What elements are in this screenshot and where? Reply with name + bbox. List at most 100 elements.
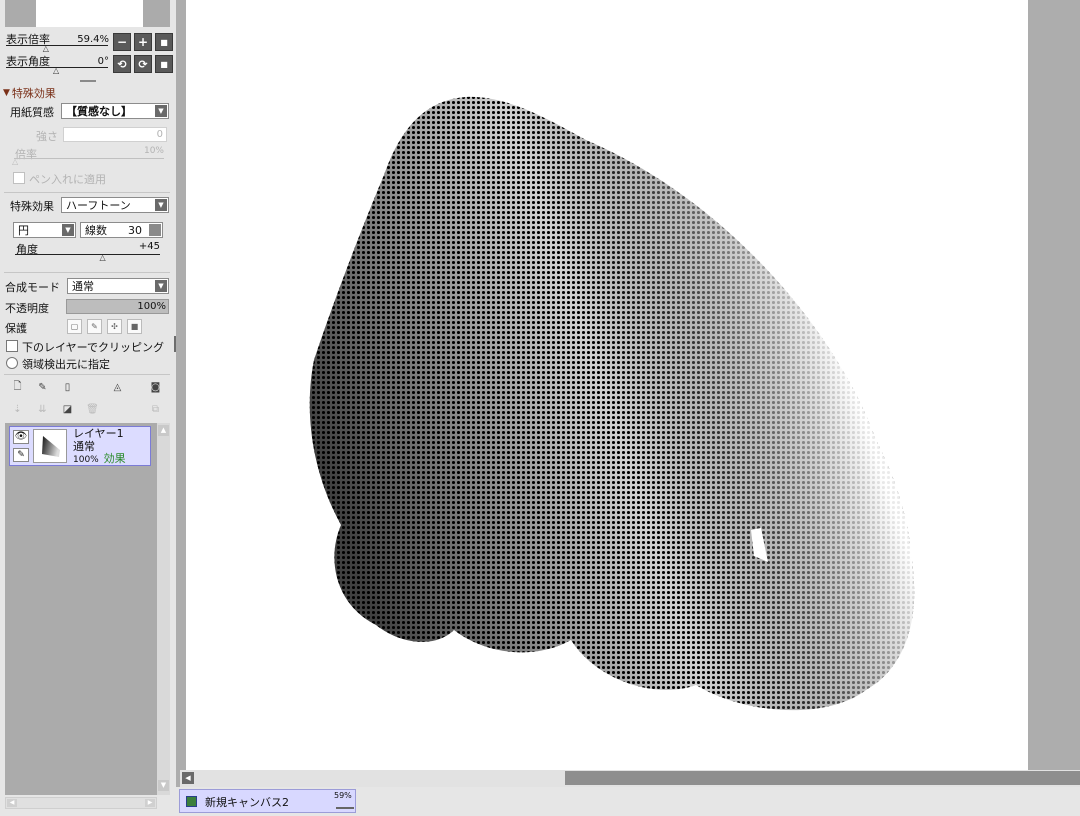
layer-list-scrollbar[interactable]: ▲ ▼ <box>157 423 170 795</box>
halftone-angle-slider-thumb[interactable]: △ <box>99 254 105 262</box>
new-layer-icon[interactable]: 🗋 <box>10 380 25 395</box>
effects-section-header[interactable]: ▼ 特殊効果 <box>3 85 56 101</box>
protect-move-icon[interactable]: ✣ <box>107 319 122 334</box>
zoom-out-button[interactable]: − <box>113 33 131 51</box>
paper-texture-value: 【質感なし】 <box>66 105 132 118</box>
layer-effect-tag: 効果 <box>103 452 126 465</box>
apply-pen-checkbox[interactable] <box>13 172 25 184</box>
merge-visible-icon[interactable]: ⧉ <box>148 402 163 417</box>
layer-thumbnail <box>33 429 67 463</box>
divider <box>4 272 170 273</box>
strength-field[interactable]: 0 <box>63 127 167 142</box>
halftone-angle-slider[interactable] <box>15 254 160 255</box>
scroll-left-icon[interactable]: ◀ <box>182 772 194 784</box>
protect-paint-icon[interactable]: ✎ <box>87 319 102 334</box>
canvas-document-icon <box>186 796 197 807</box>
delete-layer-icon[interactable]: 🗑 <box>85 402 100 417</box>
canvas-tab-zoom-bar <box>336 807 354 809</box>
opacity-value: 100% <box>137 301 166 312</box>
dropdown-arrow-icon: ▼ <box>155 280 167 292</box>
effects-section-title: 特殊効果 <box>11 87 56 100</box>
halftone-angle-value: +45 <box>138 241 160 252</box>
halftone-drawing <box>309 96 915 711</box>
zoom-slider-thumb[interactable]: △ <box>43 45 49 53</box>
scale-slider-thumb[interactable]: △ <box>12 158 18 166</box>
effect-type-label: 特殊効果 <box>10 200 54 213</box>
blend-mode-label: 合成モード <box>5 281 60 294</box>
transfer-down-icon[interactable]: ⇣ <box>10 402 25 417</box>
divider <box>4 374 170 375</box>
eye-icon[interactable]: 👁 <box>13 430 29 444</box>
navigator-preview[interactable] <box>5 0 170 27</box>
layer-thumbnail-image <box>42 436 60 457</box>
canvas-tab-zoom: 59% <box>334 791 352 800</box>
fill-layer-icon[interactable]: ◬ <box>110 380 125 395</box>
protect-lock-icon[interactable]: ■ <box>127 319 142 334</box>
layer-name: レイヤー1 <box>73 427 124 440</box>
halftone-shape-dropdown[interactable]: 円 ▼ <box>13 222 76 238</box>
layer-opacity-row: 100% 効果 <box>73 452 126 465</box>
rotate-right-button[interactable]: ⟳ <box>134 55 152 73</box>
selection-source-label: 領域検出元に指定 <box>22 358 110 371</box>
scroll-thumb[interactable] <box>565 771 1080 785</box>
layer-item[interactable]: 👁 ✎ レイヤー1 通常 100% 効果 <box>9 426 151 466</box>
divider <box>4 192 170 193</box>
scale-slider[interactable] <box>14 158 164 159</box>
zoom-value: 59.4% <box>77 33 109 45</box>
merge-down-icon[interactable]: ⇊ <box>35 402 50 417</box>
zoom-slider[interactable] <box>6 45 108 46</box>
halftone-shape-value: 円 <box>18 224 29 237</box>
apply-pen-label: ペン入れに適用 <box>29 173 106 186</box>
new-linework-layer-icon[interactable]: ✎ <box>35 380 50 395</box>
pencil-icon[interactable]: ✎ <box>13 448 29 462</box>
selection-source-radio[interactable] <box>6 357 18 369</box>
new-folder-icon[interactable]: ▯ <box>60 380 75 395</box>
line-count-label: 線数 <box>85 224 107 237</box>
navigator-viewport[interactable] <box>36 0 143 27</box>
left-panel: 表示倍率 59.4% △ − + ■ 表示角度 0° △ ⟲ ⟳ ■ ▼ 特殊効… <box>0 0 176 816</box>
scroll-up-icon[interactable]: ▲ <box>158 425 169 436</box>
zoom-reset-button[interactable]: ■ <box>155 33 173 51</box>
canvas-hscrollbar[interactable]: ◀ <box>180 770 1080 787</box>
opacity-bar[interactable]: 100% <box>66 299 169 314</box>
zoom-in-button[interactable]: + <box>134 33 152 51</box>
canvas-tab-title: 新規キャンバス2 <box>205 796 289 809</box>
dropdown-arrow-icon: ▼ <box>155 105 167 117</box>
line-count-field[interactable]: 線数 30 <box>80 222 163 238</box>
clear-layer-icon[interactable]: ◪ <box>60 402 75 417</box>
dropdown-arrow-icon: ▼ <box>155 199 167 211</box>
layer-blend: 通常 <box>73 440 95 453</box>
view-angle-value: 0° <box>97 55 109 67</box>
collapse-triangle-icon: ▼ <box>3 88 10 98</box>
dropdown-arrow-icon: ▼ <box>62 224 74 236</box>
layer-mask-icon[interactable]: ◙ <box>148 380 163 395</box>
view-angle-slider-thumb[interactable]: △ <box>53 67 59 75</box>
opacity-label: 不透明度 <box>5 302 49 315</box>
canvas-tab[interactable]: 新規キャンバス2 59% <box>179 789 356 813</box>
scroll-down-icon[interactable]: ▼ <box>158 780 169 791</box>
panel-splitter-handle[interactable] <box>80 80 96 82</box>
canvas-tab-bar: 新規キャンバス2 59% <box>176 787 1080 816</box>
scale-value: 10% <box>143 146 164 156</box>
rotate-reset-button[interactable]: ■ <box>155 55 173 73</box>
scroll-left-icon[interactable]: ◀ <box>7 799 17 807</box>
layer-opacity: 100% <box>73 455 99 465</box>
protect-transparency-icon[interactable]: ▢ <box>67 319 82 334</box>
blend-mode-value: 通常 <box>72 280 94 293</box>
scroll-right-icon[interactable]: ▶ <box>145 799 155 807</box>
canvas[interactable] <box>186 0 1028 770</box>
blend-mode-dropdown[interactable]: 通常 ▼ <box>67 278 169 294</box>
layer-list[interactable]: 👁 ✎ レイヤー1 通常 100% 効果 <box>5 423 157 795</box>
paper-texture-dropdown[interactable]: 【質感なし】 ▼ <box>61 103 169 119</box>
paper-texture-label: 用紙質感 <box>10 106 54 119</box>
line-count-spin-icon[interactable] <box>149 224 161 236</box>
clipping-label: 下のレイヤーでクリッピング <box>22 341 165 354</box>
effect-type-dropdown[interactable]: ハーフトーン ▼ <box>61 197 169 213</box>
strength-label: 強さ <box>36 130 58 143</box>
canvas-area[interactable] <box>176 0 1080 787</box>
clipping-checkbox[interactable] <box>6 340 18 352</box>
rotate-left-button[interactable]: ⟲ <box>113 55 131 73</box>
panel-hscrollbar[interactable]: ◀ ▶ <box>5 797 157 809</box>
scale-label: 倍率 <box>15 148 37 161</box>
protect-label: 保護 <box>5 322 27 335</box>
